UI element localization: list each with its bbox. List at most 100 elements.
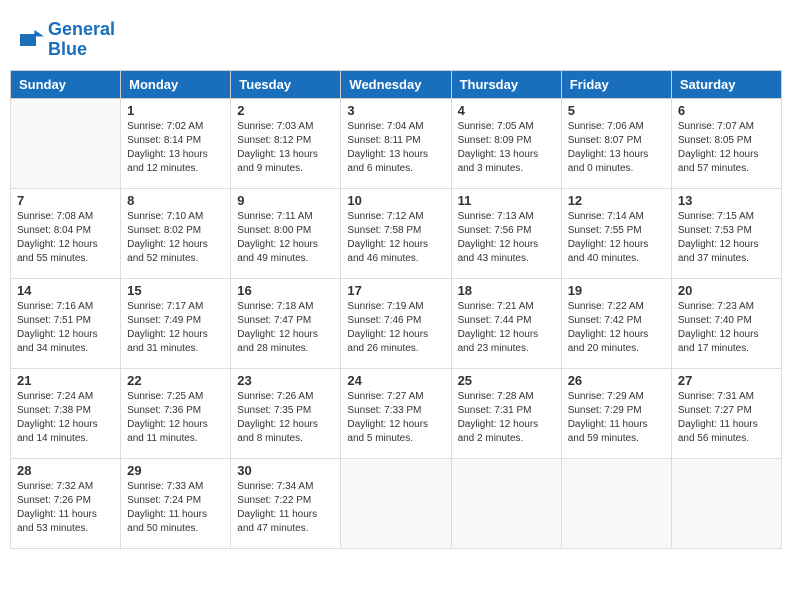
day-info: Sunrise: 7:07 AM Sunset: 8:05 PM Dayligh… <box>678 120 775 176</box>
weekday-header-thursday: Thursday <box>451 70 561 98</box>
day-number: 1 <box>127 103 224 118</box>
day-number: 25 <box>458 373 555 388</box>
day-number: 18 <box>458 283 555 298</box>
calendar-cell: 15 Sunrise: 7:17 AM Sunset: 7:49 PM Dayli… <box>121 278 231 368</box>
weekday-header-monday: Monday <box>121 70 231 98</box>
day-number: 6 <box>678 103 775 118</box>
calendar-week-row: 14 Sunrise: 7:16 AM Sunset: 7:51 PM Dayli… <box>11 278 782 368</box>
day-info: Sunrise: 7:12 AM Sunset: 7:58 PM Dayligh… <box>347 210 444 266</box>
day-info: Sunrise: 7:08 AM Sunset: 8:04 PM Dayligh… <box>17 210 114 266</box>
header: General Blue <box>10 10 782 65</box>
logo-icon <box>20 30 44 50</box>
day-number: 21 <box>17 373 114 388</box>
weekday-header-saturday: Saturday <box>671 70 781 98</box>
logo-text: General Blue <box>48 20 115 60</box>
day-info: Sunrise: 7:15 AM Sunset: 7:53 PM Dayligh… <box>678 210 775 266</box>
day-info: Sunrise: 7:34 AM Sunset: 7:22 PM Dayligh… <box>237 480 334 536</box>
day-info: Sunrise: 7:05 AM Sunset: 8:09 PM Dayligh… <box>458 120 555 176</box>
day-info: Sunrise: 7:33 AM Sunset: 7:24 PM Dayligh… <box>127 480 224 536</box>
day-number: 23 <box>237 373 334 388</box>
calendar-cell: 30 Sunrise: 7:34 AM Sunset: 7:22 PM Dayli… <box>231 458 341 548</box>
day-info: Sunrise: 7:10 AM Sunset: 8:02 PM Dayligh… <box>127 210 224 266</box>
day-number: 19 <box>568 283 665 298</box>
day-info: Sunrise: 7:02 AM Sunset: 8:14 PM Dayligh… <box>127 120 224 176</box>
day-info: Sunrise: 7:29 AM Sunset: 7:29 PM Dayligh… <box>568 390 665 446</box>
logo: General Blue <box>20 20 115 60</box>
calendar-cell: 5Sunrise: 7:06 AM Sunset: 8:07 PM Daylig… <box>561 98 671 188</box>
day-number: 14 <box>17 283 114 298</box>
calendar-table: SundayMondayTuesdayWednesdayThursdayFrid… <box>10 70 782 549</box>
day-number: 8 <box>127 193 224 208</box>
calendar-cell: 25Sunrise: 7:28 AM Sunset: 7:31 PM Dayli… <box>451 368 561 458</box>
calendar-cell <box>671 458 781 548</box>
calendar-cell: 28 Sunrise: 7:32 AM Sunset: 7:26 PM Dayli… <box>11 458 121 548</box>
day-info: Sunrise: 7:04 AM Sunset: 8:11 PM Dayligh… <box>347 120 444 176</box>
weekday-header-friday: Friday <box>561 70 671 98</box>
day-number: 11 <box>458 193 555 208</box>
calendar-week-row: 21 Sunrise: 7:24 AM Sunset: 7:38 PM Dayli… <box>11 368 782 458</box>
calendar-cell: 18 Sunrise: 7:21 AM Sunset: 7:44 PM Dayli… <box>451 278 561 368</box>
day-number: 13 <box>678 193 775 208</box>
day-number: 28 <box>17 463 114 478</box>
calendar-cell: 12 Sunrise: 7:14 AM Sunset: 7:55 PM Dayli… <box>561 188 671 278</box>
calendar-cell: 20 Sunrise: 7:23 AM Sunset: 7:40 PM Dayli… <box>671 278 781 368</box>
day-info: Sunrise: 7:21 AM Sunset: 7:44 PM Dayligh… <box>458 300 555 356</box>
day-number: 20 <box>678 283 775 298</box>
calendar-week-row: 28 Sunrise: 7:32 AM Sunset: 7:26 PM Dayli… <box>11 458 782 548</box>
day-number: 4 <box>458 103 555 118</box>
day-number: 30 <box>237 463 334 478</box>
calendar-cell: 23 Sunrise: 7:26 AM Sunset: 7:35 PM Dayli… <box>231 368 341 458</box>
day-number: 10 <box>347 193 444 208</box>
calendar-cell <box>11 98 121 188</box>
calendar-cell: 6 Sunrise: 7:07 AM Sunset: 8:05 PM Daylig… <box>671 98 781 188</box>
day-number: 26 <box>568 373 665 388</box>
day-info: Sunrise: 7:13 AM Sunset: 7:56 PM Dayligh… <box>458 210 555 266</box>
calendar-cell: 4 Sunrise: 7:05 AM Sunset: 8:09 PM Daylig… <box>451 98 561 188</box>
day-info: Sunrise: 7:25 AM Sunset: 7:36 PM Dayligh… <box>127 390 224 446</box>
calendar-cell: 16 Sunrise: 7:18 AM Sunset: 7:47 PM Dayli… <box>231 278 341 368</box>
weekday-header-sunday: Sunday <box>11 70 121 98</box>
calendar-cell: 21 Sunrise: 7:24 AM Sunset: 7:38 PM Dayli… <box>11 368 121 458</box>
day-info: Sunrise: 7:14 AM Sunset: 7:55 PM Dayligh… <box>568 210 665 266</box>
day-info: Sunrise: 7:11 AM Sunset: 8:00 PM Dayligh… <box>237 210 334 266</box>
day-info: Sunrise: 7:23 AM Sunset: 7:40 PM Dayligh… <box>678 300 775 356</box>
day-info: Sunrise: 7:32 AM Sunset: 7:26 PM Dayligh… <box>17 480 114 536</box>
day-info: Sunrise: 7:17 AM Sunset: 7:49 PM Dayligh… <box>127 300 224 356</box>
calendar-cell: 2Sunrise: 7:03 AM Sunset: 8:12 PM Daylig… <box>231 98 341 188</box>
day-info: Sunrise: 7:03 AM Sunset: 8:12 PM Dayligh… <box>237 120 334 176</box>
day-info: Sunrise: 7:26 AM Sunset: 7:35 PM Dayligh… <box>237 390 334 446</box>
day-number: 27 <box>678 373 775 388</box>
day-info: Sunrise: 7:22 AM Sunset: 7:42 PM Dayligh… <box>568 300 665 356</box>
day-number: 3 <box>347 103 444 118</box>
calendar-cell <box>561 458 671 548</box>
calendar-cell: 29 Sunrise: 7:33 AM Sunset: 7:24 PM Dayli… <box>121 458 231 548</box>
day-number: 7 <box>17 193 114 208</box>
weekday-header-tuesday: Tuesday <box>231 70 341 98</box>
calendar-cell <box>341 458 451 548</box>
day-number: 22 <box>127 373 224 388</box>
day-number: 29 <box>127 463 224 478</box>
calendar-header-row: SundayMondayTuesdayWednesdayThursdayFrid… <box>11 70 782 98</box>
day-info: Sunrise: 7:19 AM Sunset: 7:46 PM Dayligh… <box>347 300 444 356</box>
day-info: Sunrise: 7:16 AM Sunset: 7:51 PM Dayligh… <box>17 300 114 356</box>
calendar-cell: 24Sunrise: 7:27 AM Sunset: 7:33 PM Dayli… <box>341 368 451 458</box>
day-info: Sunrise: 7:24 AM Sunset: 7:38 PM Dayligh… <box>17 390 114 446</box>
calendar-week-row: 7 Sunrise: 7:08 AM Sunset: 8:04 PM Daylig… <box>11 188 782 278</box>
calendar-week-row: 1 Sunrise: 7:02 AM Sunset: 8:14 PM Daylig… <box>11 98 782 188</box>
day-info: Sunrise: 7:06 AM Sunset: 8:07 PM Dayligh… <box>568 120 665 176</box>
calendar-cell: 1 Sunrise: 7:02 AM Sunset: 8:14 PM Daylig… <box>121 98 231 188</box>
day-info: Sunrise: 7:27 AM Sunset: 7:33 PM Dayligh… <box>347 390 444 446</box>
calendar-cell: 22 Sunrise: 7:25 AM Sunset: 7:36 PM Dayli… <box>121 368 231 458</box>
day-info: Sunrise: 7:18 AM Sunset: 7:47 PM Dayligh… <box>237 300 334 356</box>
calendar-cell: 7 Sunrise: 7:08 AM Sunset: 8:04 PM Daylig… <box>11 188 121 278</box>
calendar-cell: 3 Sunrise: 7:04 AM Sunset: 8:11 PM Daylig… <box>341 98 451 188</box>
calendar-cell: 14 Sunrise: 7:16 AM Sunset: 7:51 PM Dayli… <box>11 278 121 368</box>
day-number: 16 <box>237 283 334 298</box>
day-number: 9 <box>237 193 334 208</box>
day-number: 12 <box>568 193 665 208</box>
calendar-cell: 27Sunrise: 7:31 AM Sunset: 7:27 PM Dayli… <box>671 368 781 458</box>
day-number: 15 <box>127 283 224 298</box>
calendar-cell: 8 Sunrise: 7:10 AM Sunset: 8:02 PM Daylig… <box>121 188 231 278</box>
calendar-cell: 13 Sunrise: 7:15 AM Sunset: 7:53 PM Dayli… <box>671 188 781 278</box>
calendar-cell: 10 Sunrise: 7:12 AM Sunset: 7:58 PM Dayli… <box>341 188 451 278</box>
